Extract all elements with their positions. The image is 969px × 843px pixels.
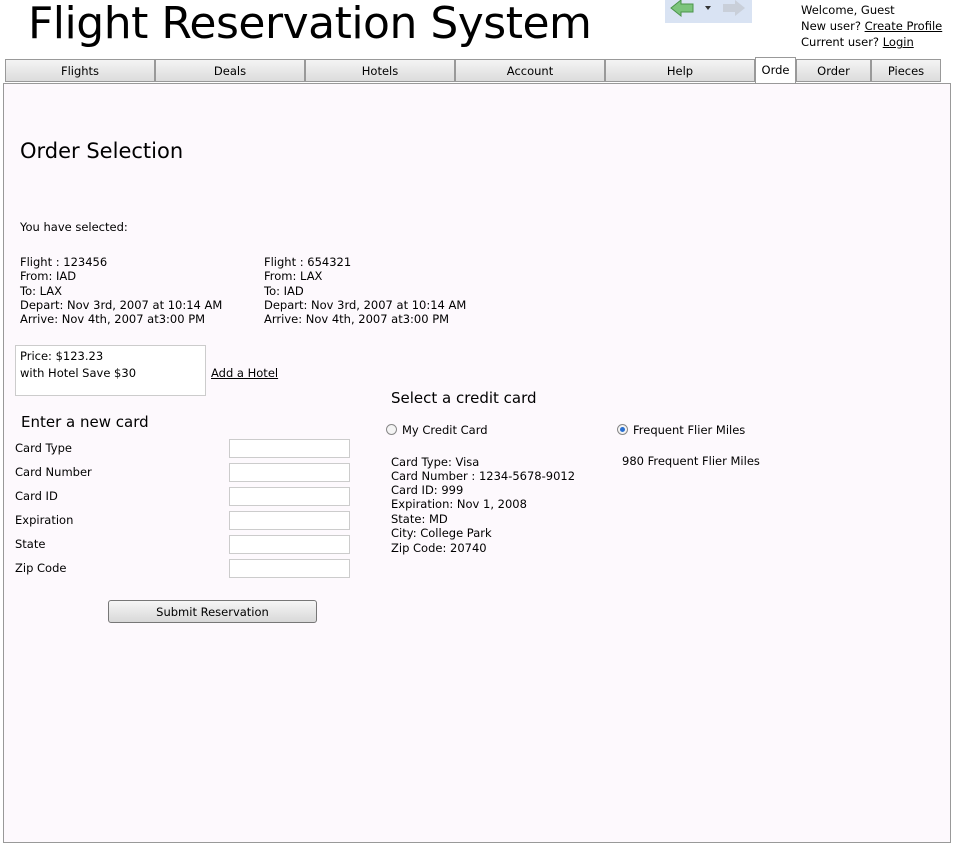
card-detail-zip: Zip Code: 20740 <box>391 541 487 555</box>
card-detail-city: City: College Park <box>391 526 492 540</box>
navigation-buttons <box>665 0 752 23</box>
card-detail-state: State: MD <box>391 512 448 526</box>
flight-depart: Depart: Nov 3rd, 2007 at 10:14 AM <box>264 298 467 312</box>
card-detail-number: Card Number : 1234-5678-9012 <box>391 469 576 483</box>
tab-account[interactable]: Account <box>455 59 605 82</box>
flight-depart: Depart: Nov 3rd, 2007 at 10:14 AM <box>20 298 223 312</box>
expiration-label: Expiration <box>15 513 74 527</box>
tab-deals[interactable]: Deals <box>155 59 305 82</box>
card-detail-id: Card ID: 999 <box>391 483 464 497</box>
card-detail-type: Card Type: Visa <box>391 455 480 469</box>
frequent-flier-miles: 980 Frequent Flier Miles <box>622 454 760 468</box>
add-hotel-link[interactable]: Add a Hotel <box>211 366 278 380</box>
flight-to: To: LAX <box>20 284 63 298</box>
flight-number: Flight : 654321 <box>264 255 352 269</box>
new-card-heading: Enter a new card <box>21 413 149 431</box>
credit-card-heading: Select a credit card <box>391 389 537 407</box>
back-forward-icon[interactable] <box>665 0 752 23</box>
frequent-flier-label[interactable]: Frequent Flier Miles <box>633 423 745 437</box>
my-credit-card-radio[interactable] <box>386 424 397 435</box>
state-input[interactable] <box>229 535 350 554</box>
selected-label: You have selected: <box>20 220 128 234</box>
card-number-label: Card Number <box>15 465 92 479</box>
zip-code-label: Zip Code <box>15 561 67 575</box>
hotel-savings: with Hotel Save $30 <box>20 366 137 380</box>
card-detail-expiration: Expiration: Nov 1, 2008 <box>391 497 527 511</box>
page-title: Order Selection <box>20 139 184 163</box>
frequent-flier-radio[interactable] <box>617 424 628 435</box>
flight-to: To: IAD <box>264 284 304 298</box>
create-profile-link[interactable]: Create Profile <box>865 19 943 33</box>
card-type-input[interactable] <box>229 439 350 458</box>
flight-from: From: IAD <box>20 269 77 283</box>
tab-order[interactable]: Order <box>796 59 871 82</box>
flight-arrive: Arrive: Nov 4th, 2007 at3:00 PM <box>20 312 206 326</box>
tab-flights[interactable]: Flights <box>5 59 155 82</box>
current-user-line: Current user? Login <box>801 35 914 49</box>
flight-from: From: LAX <box>264 269 323 283</box>
new-user-label: New user? <box>801 19 865 33</box>
tab-help[interactable]: Help <box>605 59 755 82</box>
price: Price: $123.23 <box>20 349 104 363</box>
welcome-text: Welcome, Guest <box>801 3 895 17</box>
expiration-input[interactable] <box>229 511 350 530</box>
current-user-label: Current user? <box>801 35 883 49</box>
card-number-input[interactable] <box>229 463 350 482</box>
state-label: State <box>15 537 46 551</box>
card-id-label: Card ID <box>15 489 58 503</box>
submit-reservation-button[interactable]: Submit Reservation <box>108 600 317 623</box>
card-id-input[interactable] <box>229 487 350 506</box>
flight-number: Flight : 123456 <box>20 255 108 269</box>
my-credit-card-label[interactable]: My Credit Card <box>402 423 488 437</box>
flight-arrive: Arrive: Nov 4th, 2007 at3:00 PM <box>264 312 450 326</box>
login-link[interactable]: Login <box>883 35 914 49</box>
tab-hotels[interactable]: Hotels <box>305 59 455 82</box>
tab-orde[interactable]: Orde <box>755 57 796 83</box>
new-user-line: New user? Create Profile <box>801 19 942 33</box>
tab-pieces[interactable]: Pieces <box>871 59 941 82</box>
zip-code-input[interactable] <box>229 559 350 578</box>
card-type-label: Card Type <box>15 441 72 455</box>
app-title: Flight Reservation System <box>28 0 592 49</box>
